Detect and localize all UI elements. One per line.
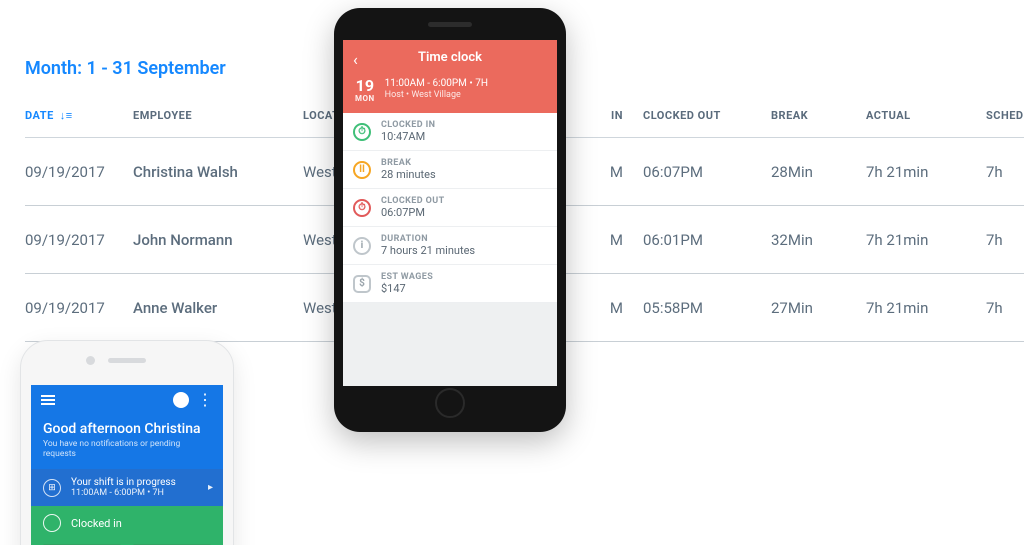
- detail-clocked-in: ⏱ CLOCKED IN 10:47AM: [343, 113, 557, 151]
- detail-duration: i DURATION 7 hours 21 minutes: [343, 227, 557, 265]
- cell-employee: Christina Walsh: [133, 163, 303, 181]
- cell-employee: John Normann: [133, 231, 303, 249]
- cell-break: 27Min: [771, 299, 866, 317]
- screen-title: Time clock: [355, 50, 545, 65]
- cell-break: 32Min: [771, 231, 866, 249]
- clocked-in-label: Clocked in: [71, 517, 122, 530]
- shift-status: Your shift is in progress: [71, 477, 176, 488]
- phone-mock-home: ⋮ Good afternoon Christina You have no n…: [20, 340, 234, 545]
- value: 06:07PM: [381, 206, 445, 219]
- avatar[interactable]: [173, 392, 189, 408]
- menu-icon[interactable]: [41, 395, 55, 405]
- label: BREAK: [381, 158, 436, 168]
- value: 28 minutes: [381, 168, 436, 181]
- money-icon: $: [353, 275, 371, 293]
- clocked-in-row: Clocked in: [31, 506, 223, 540]
- sort-icon: ↓≡: [60, 109, 73, 122]
- detail-break: II BREAK 28 minutes: [343, 151, 557, 189]
- detail-est-wages: $ EST WAGES $147: [343, 265, 557, 303]
- cell-clocked-out: 06:01PM: [643, 231, 771, 249]
- value: 10:47AM: [381, 130, 435, 143]
- greeting-subtitle: You have no notifications or pending req…: [43, 439, 211, 459]
- label: CLOCKED OUT: [381, 196, 445, 206]
- column-header-date-label: DATE: [25, 109, 54, 122]
- column-header-scheduled[interactable]: SCHEDULED: [986, 109, 1024, 122]
- cell-scheduled: 7h: [986, 231, 1024, 249]
- clock-icon: ⏱: [353, 199, 371, 217]
- cell-actual: 7h 21min: [866, 299, 986, 317]
- detail-clocked-out: ⏱ CLOCKED OUT 06:07PM: [343, 189, 557, 227]
- pause-icon: II: [353, 161, 371, 179]
- day-badge: 19 MON: [355, 77, 375, 103]
- value: 7 hours 21 minutes: [381, 244, 475, 257]
- greeting: Good afternoon Christina: [43, 421, 211, 437]
- cell-scheduled: 7h: [986, 299, 1024, 317]
- cell-date: 09/19/2017: [25, 299, 133, 317]
- value: $147: [381, 282, 433, 295]
- label: DURATION: [381, 234, 475, 244]
- cell-employee: Anne Walker: [133, 299, 303, 317]
- cell-break: 28Min: [771, 163, 866, 181]
- label: CLOCKED IN: [381, 120, 435, 130]
- phone-mock-timeclock: ‹ Time clock 19 MON 11:00AM - 6:00PM • 7…: [334, 8, 566, 432]
- shift-summary: 11:00AM - 6:00PM • 7H Host • West Villag…: [385, 77, 488, 103]
- clock-icon: [43, 514, 61, 532]
- cell-actual: 7h 21min: [866, 163, 986, 181]
- more-icon[interactable]: ⋮: [197, 392, 213, 408]
- label: EST WAGES: [381, 272, 433, 282]
- cell-actual: 7h 21min: [866, 231, 986, 249]
- day-number: 19: [355, 77, 375, 95]
- shift-time: 11:00AM - 6:00PM • 7H: [71, 488, 176, 498]
- cell-date: 09/19/2017: [25, 163, 133, 181]
- cell-scheduled: 7h: [986, 163, 1024, 181]
- info-icon: i: [353, 237, 371, 255]
- column-header-break[interactable]: BREAK: [771, 109, 866, 122]
- chevron-right-icon: ▸: [208, 482, 213, 493]
- clock-icon: ⏱: [353, 123, 371, 141]
- cell-clocked-out: 06:07PM: [643, 163, 771, 181]
- day-of-week: MON: [355, 95, 375, 104]
- calendar-icon: ⊞: [43, 479, 61, 497]
- column-header-clocked-out[interactable]: CLOCKED OUT: [643, 109, 771, 122]
- column-header-employee[interactable]: EMPLOYEE: [133, 109, 303, 122]
- cell-date: 09/19/2017: [25, 231, 133, 249]
- column-header-date[interactable]: DATE ↓≡: [25, 109, 133, 122]
- shift-card[interactable]: ⊞ Your shift is in progress 11:00AM - 6:…: [31, 469, 223, 506]
- cell-clocked-out: 05:58PM: [643, 299, 771, 317]
- shift-time-range: 11:00AM - 6:00PM • 7H: [385, 77, 488, 90]
- back-icon[interactable]: ‹: [353, 50, 358, 69]
- shift-location: Host • West Village: [385, 90, 488, 102]
- column-header-actual[interactable]: ACTUAL: [866, 109, 986, 122]
